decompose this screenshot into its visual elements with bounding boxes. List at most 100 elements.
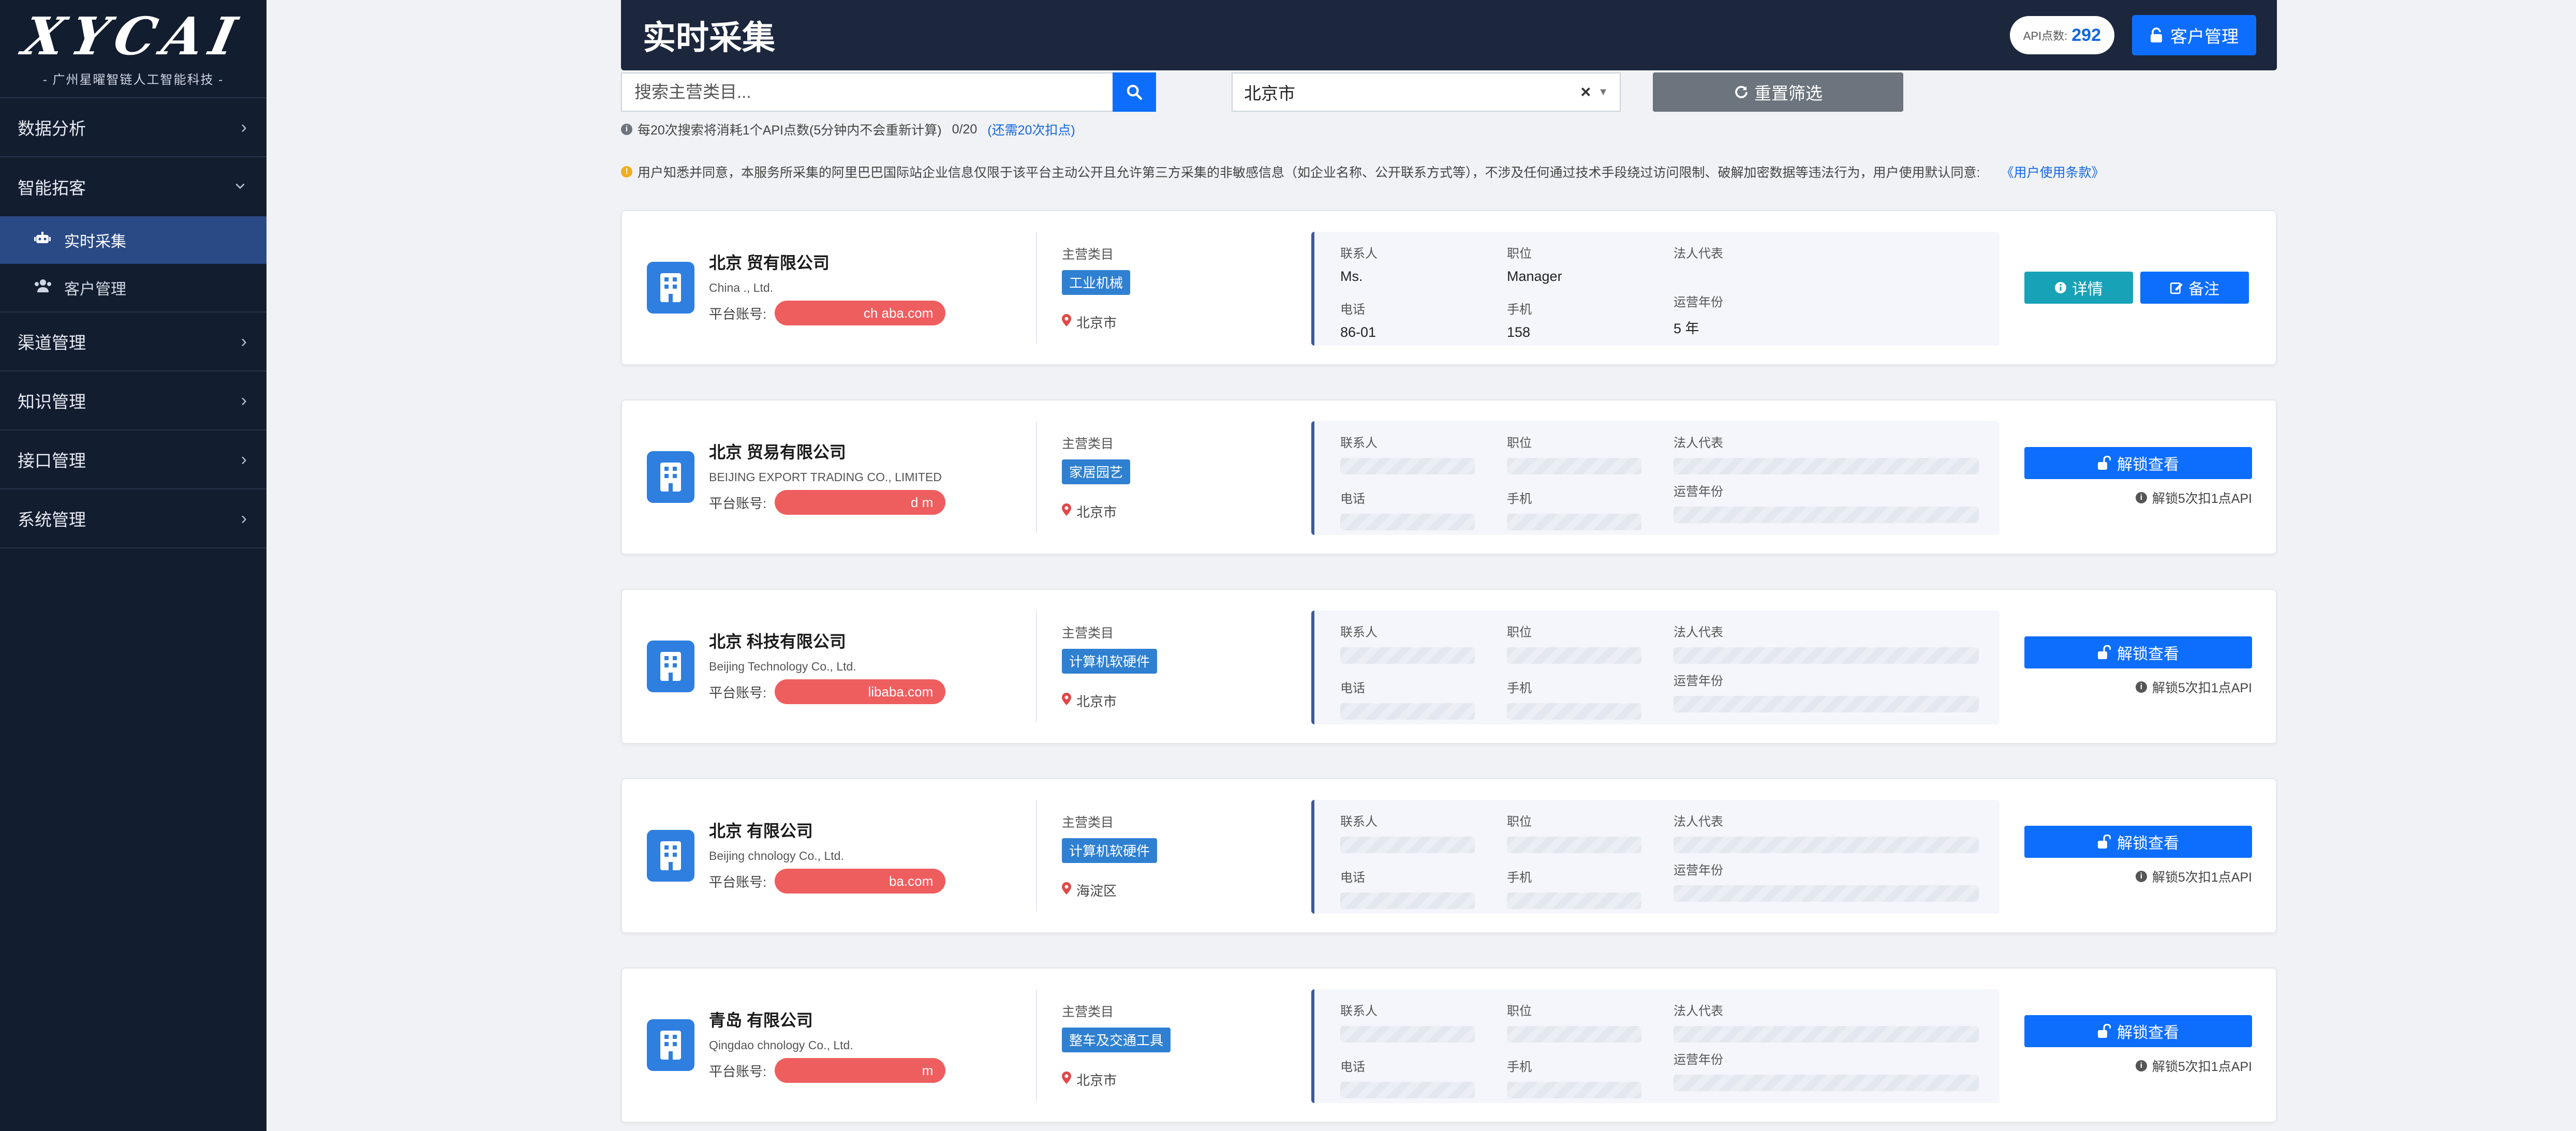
company-name: 北京 贸易有限公司 (709, 443, 846, 462)
nav-group-smart-acquisition: 智能拓客 实时采集 客户管理 (0, 157, 267, 312)
company-name-en: Beijing chnology Co., Ltd. (709, 849, 844, 862)
page-header: 实时采集 API点数: 292 客户管理 (621, 0, 2277, 70)
unlock-cost-hint: i 解锁5次扣1点API (2135, 488, 2252, 507)
unlock-button[interactable]: 解锁查看 (2024, 826, 2252, 858)
chevron-right-icon: › (241, 508, 247, 528)
location-text: 北京市 (1076, 315, 1117, 331)
location: 北京市 (1062, 502, 1130, 521)
contact-placeholder (1340, 837, 1475, 853)
location: 北京市 (1062, 312, 1130, 332)
building-icon (647, 262, 694, 314)
company-name-en: China ., Ltd. (709, 281, 774, 294)
unlock-hint-text: 解锁5次扣1点API (2152, 492, 2252, 506)
platform-account: 平台账号: libaba.com (709, 679, 999, 704)
company-card: 北京 科技有限公司 Beijing Technology Co., Ltd. 平… (621, 589, 2277, 744)
company-info: 北京 贸易有限公司 BEIJING EXPORT TRADING CO., LI… (709, 439, 999, 515)
logo: XYCAI - 广州星曜智链人工智能科技 - (0, 0, 267, 98)
nav-smart-acquisition[interactable]: 智能拓客 (0, 157, 267, 216)
years-field: 运营年份 (1674, 671, 1979, 712)
mobile-label: 手机 (1507, 492, 1532, 506)
customer-manage-label: 客户管理 (2170, 27, 2239, 46)
api-points-value: 292 (2071, 25, 2101, 45)
phone-placeholder (1340, 514, 1475, 530)
position-label: 职位 (1507, 247, 1532, 261)
location: 北京市 (1062, 691, 1157, 710)
company-block: 北京 科技有限公司 Beijing Technology Co., Ltd. 平… (647, 590, 999, 743)
category-block: 主营类目 整车及交通工具 北京市 (1062, 969, 1171, 1122)
terms-link[interactable]: 《用户使用条款》 (2001, 162, 2104, 181)
header-actions: API点数: 292 客户管理 (2009, 15, 2256, 55)
building-icon (647, 641, 694, 692)
legal-rep-field: 法人代表 (1674, 243, 1979, 269)
sidebar: XYCAI - 广州星曜智链人工智能科技 - 数据分析 › 智能拓客 实时采集 … (0, 0, 267, 1131)
location-text: 北京市 (1076, 693, 1117, 709)
nav-knowledge-manage[interactable]: 知识管理 › (0, 371, 267, 430)
search-button[interactable] (1113, 72, 1156, 112)
info-icon: i (2135, 1060, 2147, 1072)
company-card: 北京 有限公司 Beijing chnology Co., Ltd. 平台账号:… (621, 778, 2277, 933)
account-label: 平台账号: (709, 874, 767, 890)
unlock-label: 解锁查看 (2117, 456, 2179, 473)
clear-icon[interactable]: × (1580, 82, 1591, 102)
unlock-button[interactable]: 解锁查看 (2024, 447, 2252, 479)
nav-system-manage[interactable]: 系统管理 › (0, 489, 267, 548)
phone-field: 电话 (1340, 488, 1475, 530)
company-info: 青岛 有限公司 Qingdao chnology Co., Ltd. 平台账号:… (709, 1007, 999, 1083)
legal-rep-field: 法人代表 (1674, 433, 1979, 474)
card-actions: 解锁查看 i 解锁5次扣1点API (2024, 779, 2252, 932)
phone-placeholder (1340, 1082, 1475, 1098)
account-pill[interactable]: m (775, 1058, 946, 1083)
platform-account: 平台账号: d m (709, 490, 999, 515)
account-pill[interactable]: ch aba.com (775, 301, 946, 325)
years-label: 运营年份 (1674, 295, 1723, 309)
legal-rep-field: 法人代表 (1674, 1001, 1979, 1043)
nav-channel-manage[interactable]: 渠道管理 › (0, 312, 267, 371)
nav-data-analysis[interactable]: 数据分析 › (0, 98, 267, 157)
phone-placeholder (1340, 703, 1475, 720)
customer-manage-button[interactable]: 客户管理 (2132, 15, 2256, 55)
location: 北京市 (1062, 1070, 1171, 1089)
unlock-cost-hint: i 解锁5次扣1点API (2135, 867, 2252, 886)
warning-icon: ! (621, 166, 632, 177)
mobile-field: 手机 (1507, 1056, 1641, 1098)
unlock-button[interactable]: 解锁查看 (2024, 1015, 2252, 1047)
nav-api-manage[interactable]: 接口管理 › (0, 430, 267, 489)
unlock-block: 解锁查看 i 解锁5次扣1点API (2024, 826, 2252, 886)
divider (1036, 800, 1037, 912)
reset-filter-button[interactable]: 重置筛选 (1653, 72, 1903, 112)
unlock-block: 解锁查看 i 解锁5次扣1点API (2024, 447, 2252, 507)
mobile-label: 手机 (1507, 1060, 1532, 1074)
info-icon: i (2135, 871, 2147, 882)
unlock-hint-text: 解锁5次扣1点API (2152, 681, 2252, 695)
account-pill[interactable]: d m (775, 490, 946, 515)
city-select[interactable]: 北京市 × ▼ (1232, 72, 1621, 112)
card-actions: 解锁查看 i 解锁5次扣1点API (2024, 590, 2252, 743)
company-name: 北京 科技有限公司 (709, 632, 846, 651)
mobile-placeholder (1507, 892, 1641, 909)
subnav-customer-manage[interactable]: 客户管理 (0, 264, 267, 311)
years-label: 运营年份 (1674, 1053, 1723, 1067)
note-button[interactable]: 备注 (2140, 272, 2249, 304)
years-label: 运营年份 (1674, 485, 1723, 499)
category-search-input[interactable] (621, 72, 1113, 112)
detail-label: 详情 (2072, 281, 2103, 298)
account-pill[interactable]: libaba.com (775, 679, 946, 704)
contact-field: 联系人 Ms. (1340, 243, 1475, 285)
unlock-cost-hint: i 解锁5次扣1点API (2135, 678, 2252, 696)
main-content: 实时采集 API点数: 292 客户管理 北京市 × ▼ (621, 0, 2277, 1123)
phone-field: 电话 (1340, 867, 1475, 909)
mobile-field: 手机 (1507, 488, 1641, 530)
phone-label: 电话 (1340, 681, 1365, 695)
caret-down-icon[interactable]: ▼ (1598, 86, 1608, 98)
subnav-realtime-collect[interactable]: 实时采集 (0, 216, 267, 264)
unlock-button[interactable]: 解锁查看 (2024, 636, 2252, 668)
account-pill[interactable]: ba.com (775, 869, 946, 894)
unlock-hint-text: 解锁5次扣1点API (2152, 1060, 2252, 1074)
years-field: 运营年份 (1674, 1049, 1979, 1091)
position-field: 职位 (1507, 433, 1641, 474)
contact-field: 联系人 (1340, 622, 1475, 664)
phone-label: 电话 (1340, 492, 1365, 506)
position-label: 职位 (1507, 436, 1532, 450)
detail-button[interactable]: 详情 (2024, 272, 2133, 304)
company-block: 青岛 有限公司 Qingdao chnology Co., Ltd. 平台账号:… (647, 969, 999, 1122)
